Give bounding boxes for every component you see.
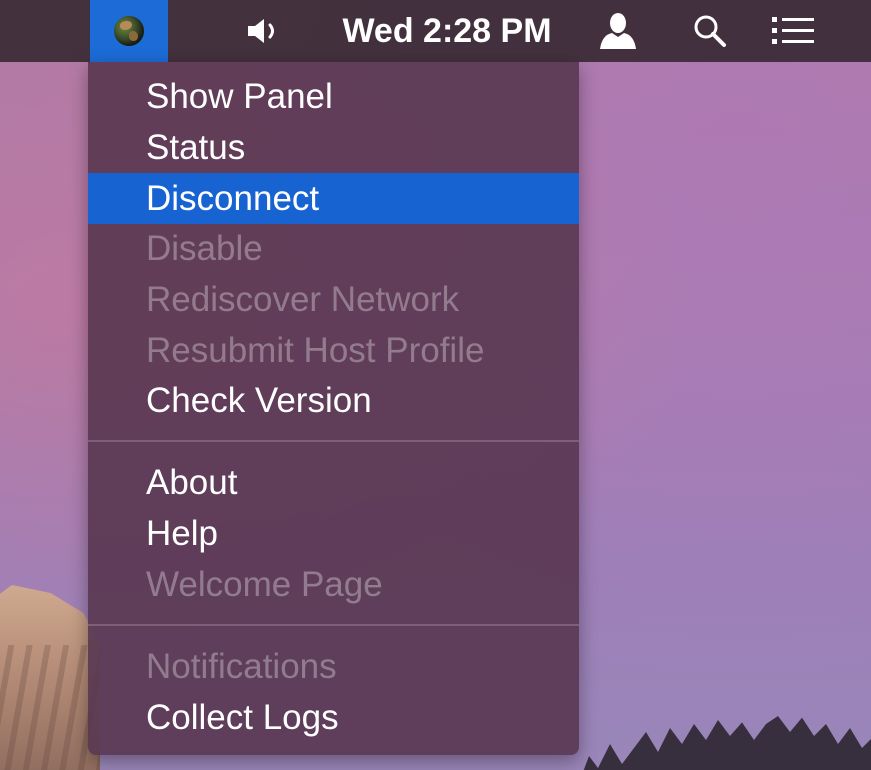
menu-item-status[interactable]: Status <box>88 122 579 173</box>
menu-item-collect-logs[interactable]: Collect Logs <box>88 692 579 743</box>
menu-item-disconnect[interactable]: Disconnect <box>88 173 579 224</box>
menubar-clock[interactable]: Wed 2:28 PM <box>322 0 572 62</box>
app-status-item[interactable] <box>90 0 168 62</box>
volume-status-item[interactable] <box>238 0 288 62</box>
search-icon <box>694 15 726 47</box>
menu-separator <box>88 440 579 442</box>
globe-icon <box>114 16 144 46</box>
speaker-icon <box>248 19 274 43</box>
menu-item-show-panel[interactable]: Show Panel <box>88 71 579 122</box>
menu-item-disable: Disable <box>146 228 263 268</box>
menu-item-about[interactable]: About <box>88 457 579 508</box>
app-dropdown-menu: Show Panel Status Disconnect Disable Red… <box>88 62 579 755</box>
menu-item-rediscover-network: Rediscover Network <box>146 279 460 319</box>
menu-bar: Wed 2:28 PM <box>0 0 871 62</box>
spotlight-search-item[interactable] <box>682 0 738 62</box>
menu-separator <box>88 624 579 626</box>
list-icon <box>772 17 814 44</box>
menu-item-resubmit-host-profile: Resubmit Host Profile <box>146 330 485 370</box>
menu-item-check-version[interactable]: Check Version <box>88 375 579 426</box>
menu-item-welcome-page: Welcome Page <box>146 564 383 604</box>
menu-item-notifications: Notifications <box>146 646 337 686</box>
menu-item-help[interactable]: Help <box>88 508 579 559</box>
tree-silhouettes <box>580 716 871 770</box>
user-icon <box>600 13 636 49</box>
user-status-item[interactable] <box>588 0 648 62</box>
notification-center-item[interactable] <box>760 0 826 62</box>
mountain-rock <box>0 585 100 770</box>
